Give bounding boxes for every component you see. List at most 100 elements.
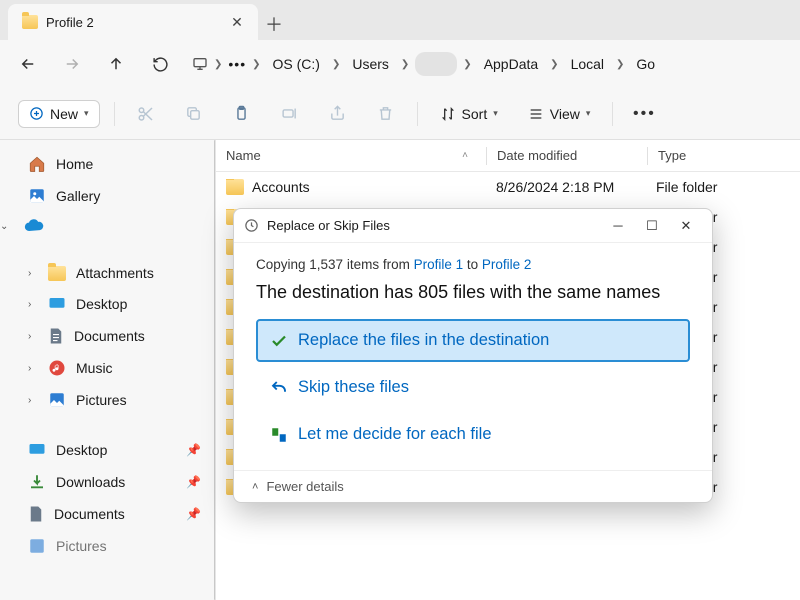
crumb-os[interactable]: OS (C:) — [267, 52, 326, 76]
breadcrumb[interactable]: ❯ ••• ❯ OS (C:) ❯ Users ❯ ❯ AppData ❯ Lo… — [186, 47, 790, 81]
compare-icon — [270, 426, 288, 444]
share-button[interactable] — [321, 97, 355, 131]
pictures-icon — [48, 391, 66, 409]
pc-icon — [192, 56, 208, 72]
crumb-appdata[interactable]: AppData — [478, 52, 544, 76]
refresh-button[interactable] — [142, 46, 178, 82]
fewer-details-label: Fewer details — [266, 479, 343, 494]
sidebar-quick-documents[interactable]: Documents 📌 — [0, 498, 215, 530]
sidebar-quick-desktop[interactable]: Desktop 📌 — [0, 434, 215, 466]
command-bar: New ▾ Sort ▾ View ▾ ••• — [0, 88, 800, 140]
table-row[interactable]: Accounts8/26/2024 2:18 PMFile folder — [216, 172, 800, 202]
sidebar-item-desktop[interactable]: › Desktop — [0, 288, 215, 320]
sidebar-item-documents[interactable]: › Documents — [0, 320, 215, 352]
sidebar-item-home[interactable]: Home — [0, 148, 215, 180]
tab-title: Profile 2 — [46, 15, 222, 30]
column-date[interactable]: Date modified — [487, 148, 647, 163]
maximize-button[interactable]: ☐ — [636, 213, 668, 239]
rename-button[interactable] — [273, 97, 307, 131]
cloud-icon — [24, 219, 44, 233]
sidebar-item-label: Pictures — [56, 538, 107, 554]
home-icon — [28, 155, 46, 173]
dialog-title: Replace or Skip Files — [267, 218, 390, 233]
view-label: View — [550, 106, 580, 122]
download-icon — [28, 473, 46, 491]
option-skip[interactable]: Skip these files — [256, 366, 690, 409]
chevron-up-icon: ˄ — [252, 481, 258, 493]
sidebar-item-label: Attachments — [76, 265, 154, 281]
music-icon — [48, 359, 66, 377]
cut-button[interactable] — [129, 97, 163, 131]
sidebar-quick-downloads[interactable]: Downloads 📌 — [0, 466, 215, 498]
replace-or-skip-dialog: Replace or Skip Files ─ ☐ ✕ Copying 1,53… — [233, 208, 713, 503]
paste-button[interactable] — [225, 97, 259, 131]
delete-button[interactable] — [369, 97, 403, 131]
chevron-right-icon[interactable]: › — [28, 363, 31, 374]
dest-link[interactable]: Profile 2 — [482, 257, 532, 272]
crumb-local[interactable]: Local — [565, 52, 610, 76]
sidebar-quick-pictures[interactable]: Pictures — [0, 530, 215, 562]
chevron-right-icon[interactable]: ❯ — [212, 59, 224, 70]
navigation-bar: ❯ ••• ❯ OS (C:) ❯ Users ❯ ❯ AppData ❯ Lo… — [0, 40, 800, 88]
pin-icon: 📌 — [186, 475, 201, 489]
source-link[interactable]: Profile 1 — [414, 257, 464, 272]
sort-indicator-icon: ˄ — [462, 150, 476, 161]
sidebar-item-label: Downloads — [56, 474, 125, 490]
desktop-icon — [28, 441, 46, 459]
more-button[interactable]: ••• — [627, 97, 661, 131]
sidebar-item-label: Pictures — [76, 392, 127, 408]
sidebar-item-onedrive[interactable]: ⌄ — [0, 212, 215, 240]
chevron-right-icon[interactable]: ❯ — [250, 59, 262, 70]
crumb-users[interactable]: Users — [346, 52, 395, 76]
chevron-right-icon[interactable]: › — [28, 299, 31, 310]
up-button[interactable] — [98, 46, 134, 82]
column-type[interactable]: Type — [648, 148, 800, 163]
sidebar-item-pictures[interactable]: › Pictures — [0, 384, 215, 416]
chevron-right-icon[interactable]: ❯ — [330, 59, 342, 70]
minimize-button[interactable]: ─ — [602, 213, 634, 239]
chevron-right-icon[interactable]: › — [28, 395, 31, 406]
pictures-icon — [28, 537, 46, 555]
pin-icon: 📌 — [186, 443, 201, 457]
option-decide[interactable]: Let me decide for each file — [256, 413, 690, 456]
crumb-go[interactable]: Go — [630, 52, 661, 76]
chevron-right-icon[interactable]: ❯ — [399, 59, 411, 70]
view-button[interactable]: View ▾ — [520, 102, 599, 126]
chevron-down-icon[interactable]: ⌄ — [0, 221, 8, 232]
sidebar-item-gallery[interactable]: Gallery — [0, 180, 215, 212]
option-replace[interactable]: Replace the files in the destination — [256, 319, 690, 362]
chevron-right-icon[interactable]: ❯ — [548, 59, 560, 70]
new-tab-button[interactable]: ＋ — [258, 8, 290, 40]
chevron-right-icon[interactable]: ❯ — [614, 59, 626, 70]
file-type: File folder — [646, 179, 800, 195]
column-name[interactable]: Name˄ — [216, 148, 486, 163]
sidebar-item-label: Desktop — [76, 296, 127, 312]
folder-icon — [226, 179, 244, 195]
new-button[interactable]: New ▾ — [18, 100, 100, 128]
chevron-right-icon[interactable]: › — [28, 268, 31, 279]
new-label: New — [50, 106, 78, 122]
file-date: 8/26/2024 2:18 PM — [486, 179, 646, 195]
ellipsis-icon[interactable]: ••• — [228, 56, 246, 72]
sidebar-item-label: Desktop — [56, 442, 107, 458]
crumb-user[interactable] — [415, 52, 457, 76]
tab-profile2[interactable]: Profile 2 ✕ — [8, 4, 258, 40]
close-tab-icon[interactable]: ✕ — [230, 15, 244, 29]
back-button[interactable] — [10, 46, 46, 82]
chevron-right-icon[interactable]: ❯ — [461, 59, 473, 70]
sidebar-item-attachments[interactable]: › Attachments — [0, 258, 215, 288]
sidebar-item-label: Documents — [74, 328, 145, 344]
navigation-pane: Home Gallery ⌄ › Attachments › Desktop ›… — [0, 140, 216, 600]
sidebar-item-label: Documents — [54, 506, 125, 522]
check-icon — [270, 332, 288, 350]
chevron-right-icon[interactable]: › — [28, 331, 31, 342]
fewer-details-toggle[interactable]: ˄ Fewer details — [234, 470, 712, 502]
sort-button[interactable]: Sort ▾ — [432, 102, 506, 126]
copy-button[interactable] — [177, 97, 211, 131]
undo-icon — [270, 379, 288, 397]
sidebar-item-music[interactable]: › Music — [0, 352, 215, 384]
forward-button[interactable] — [54, 46, 90, 82]
dialog-titlebar: Replace or Skip Files ─ ☐ ✕ — [234, 209, 712, 243]
document-icon — [48, 327, 64, 345]
close-button[interactable]: ✕ — [670, 213, 702, 239]
